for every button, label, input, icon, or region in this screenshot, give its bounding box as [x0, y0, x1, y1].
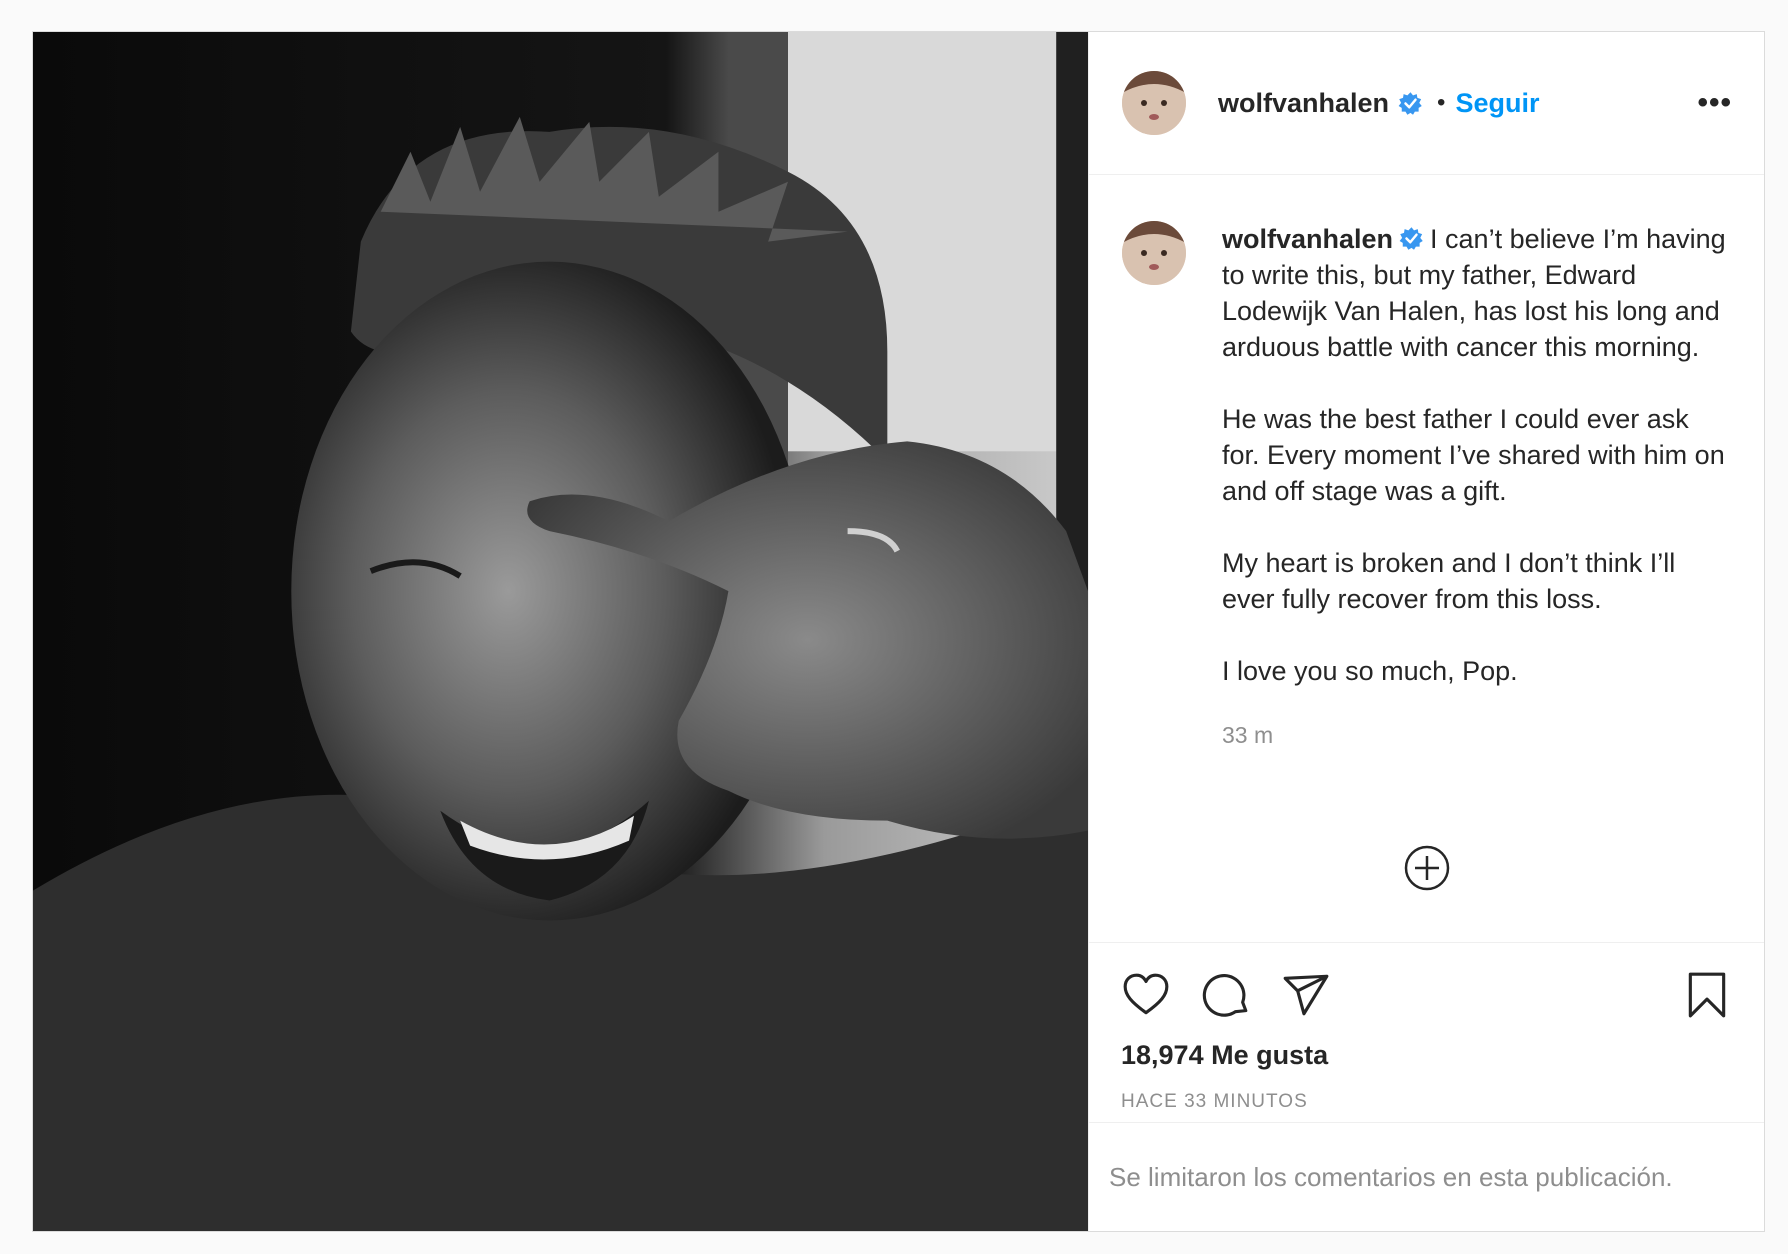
- header-username[interactable]: wolfvanhalen: [1218, 88, 1389, 119]
- caption-paragraph: I love you so much, Pop.: [1222, 656, 1518, 686]
- comments-limited-notice: Se limitaron los comentarios en esta pub…: [1089, 1122, 1764, 1231]
- action-bar: [1121, 969, 1732, 1021]
- post-header: wolfvanhalen • Seguir •••: [1089, 32, 1764, 175]
- avatar-image: [1122, 71, 1186, 135]
- follow-button[interactable]: Seguir: [1455, 88, 1539, 119]
- caption-paragraph: He was the best father I could ever ask …: [1222, 404, 1733, 506]
- comments-area: wolfvanhalen I can’t believe I’m having t…: [1089, 175, 1764, 942]
- more-options-icon[interactable]: •••: [1697, 86, 1732, 120]
- post-timestamp[interactable]: HACE 33 MINUTOS: [1121, 1091, 1732, 1113]
- actions-area: 18,974 Me gusta HACE 33 MINUTOS: [1089, 942, 1764, 1122]
- verified-badge-icon: [1399, 227, 1423, 250]
- instagram-post: wolfvanhalen • Seguir ••• wolfvanhalen I…: [32, 31, 1765, 1232]
- caption-username[interactable]: wolfvanhalen: [1222, 224, 1393, 254]
- comment-icon[interactable]: [1201, 970, 1251, 1020]
- bookmark-icon[interactable]: [1682, 970, 1732, 1020]
- heart-icon[interactable]: [1121, 970, 1171, 1020]
- load-more-comments-icon[interactable]: [1403, 844, 1451, 892]
- separator-dot: •: [1437, 89, 1446, 116]
- avatar[interactable]: [1122, 71, 1186, 135]
- post-photo-image: [33, 32, 1088, 1231]
- post-sidebar: wolfvanhalen • Seguir ••• wolfvanhalen I…: [1088, 32, 1764, 1231]
- avatar-image: [1122, 221, 1186, 285]
- caption-text: wolfvanhalen I can’t believe I’m having t…: [1222, 221, 1732, 753]
- caption: wolfvanhalen I can’t believe I’m having t…: [1122, 221, 1732, 753]
- caption-paragraph: My heart is broken and I don’t think I’l…: [1222, 548, 1683, 614]
- post-photo[interactable]: [33, 32, 1088, 1231]
- verified-badge-icon: [1398, 91, 1422, 115]
- likes-count[interactable]: 18,974 Me gusta: [1121, 1040, 1732, 1071]
- share-icon[interactable]: [1281, 970, 1331, 1020]
- caption-avatar[interactable]: [1122, 221, 1186, 285]
- caption-time: 33 m: [1222, 722, 1274, 748]
